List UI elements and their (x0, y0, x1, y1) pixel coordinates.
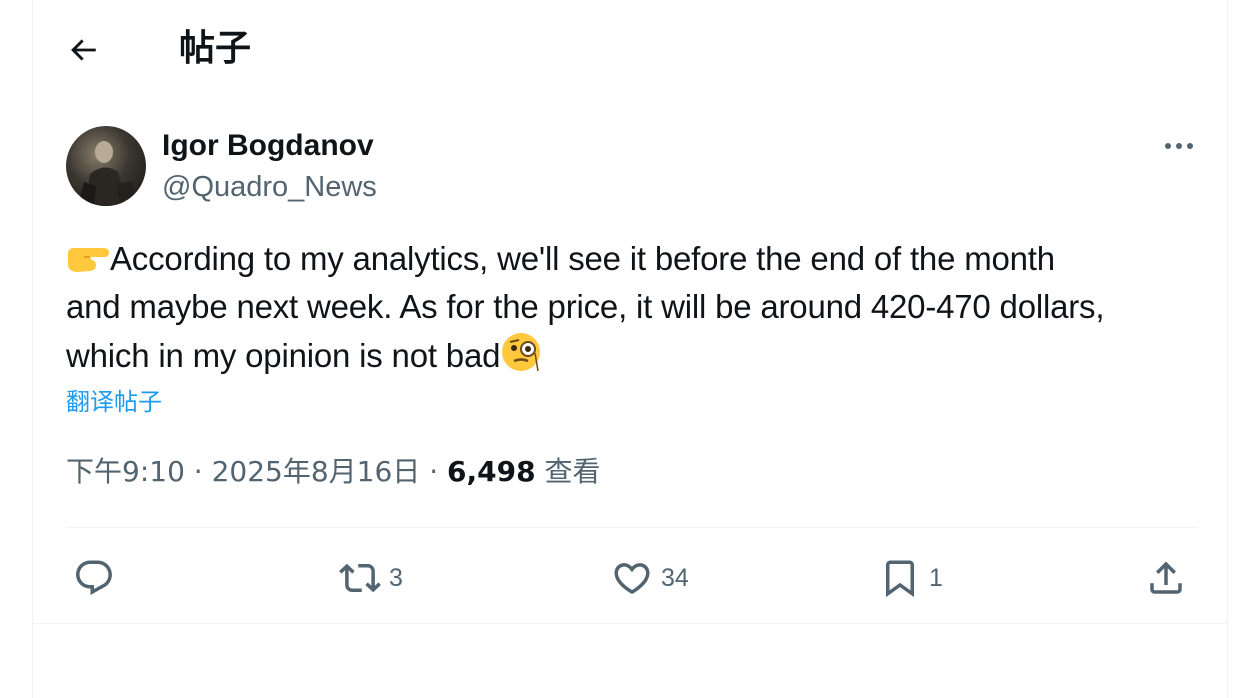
meta-separator: · (429, 455, 439, 488)
like-button[interactable]: 34 (611, 554, 689, 602)
ellipsis-icon (1163, 141, 1195, 151)
author-handle[interactable]: @Quadro_News (162, 167, 377, 207)
arrow-left-icon (66, 33, 100, 67)
more-options-button[interactable] (1153, 124, 1205, 168)
views-count: 6,498 (447, 455, 536, 488)
like-count: 34 (661, 563, 689, 592)
pointing-hand-emoji (66, 242, 110, 276)
bookmark-count: 1 (929, 563, 943, 592)
avatar-photo-icon (78, 141, 136, 206)
post-date[interactable]: 2025年8月16日 (212, 455, 421, 488)
tweet-text-line-1: According to my analytics, we'll see it … (66, 235, 1206, 283)
tweet-text-line-2: and maybe next week. As for the price, i… (66, 288, 1105, 325)
views-label: 查看 (544, 455, 601, 488)
reply-button[interactable] (73, 554, 115, 602)
post-time[interactable]: 下午9:10 (66, 455, 185, 488)
author-display-name[interactable]: Igor Bogdanov (162, 126, 374, 166)
action-bar: 3 34 1 (33, 546, 1227, 610)
share-button[interactable] (1145, 554, 1187, 602)
page-header: 帖子 (33, 0, 1227, 100)
bookmark-icon (879, 557, 921, 599)
heart-icon (611, 557, 653, 599)
tweet-text-line-3: which in my opinion is not bad (66, 331, 1206, 380)
monocle-face-emoji (500, 331, 544, 373)
retweet-count: 3 (389, 563, 403, 592)
retweet-button[interactable]: 3 (339, 554, 403, 602)
share-icon (1145, 557, 1187, 599)
divider (33, 623, 1227, 624)
post-column: 帖子 Igor Bogdanov @Quadro_News According … (32, 0, 1228, 698)
divider (66, 527, 1198, 528)
meta-separator: · (193, 455, 203, 488)
page-title: 帖子 (179, 28, 252, 69)
back-button[interactable] (61, 28, 105, 72)
post-metadata: 下午9:10 · 2025年8月16日 · 6,498 查看 (66, 452, 601, 492)
reply-icon (73, 557, 115, 599)
tweet-text: According to my analytics, we'll see it … (66, 235, 1206, 380)
avatar[interactable] (66, 126, 146, 206)
translate-post-link[interactable]: 翻译帖子 (66, 385, 162, 419)
retweet-icon (339, 557, 381, 599)
bookmark-button[interactable]: 1 (879, 554, 943, 602)
